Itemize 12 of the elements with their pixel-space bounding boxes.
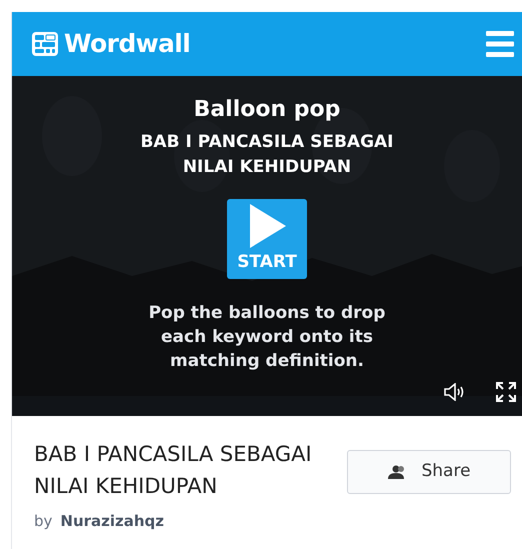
share-button[interactable]: Share	[347, 450, 511, 494]
game-title: Balloon pop	[194, 96, 340, 124]
logo-icon	[32, 32, 58, 56]
activity-title: BAB I PANCASILA SEBAGAI NILAI KEHIDUPAN	[34, 441, 313, 500]
fullscreen-icon[interactable]	[495, 381, 517, 403]
author-link[interactable]: Nurazizahqz	[60, 510, 164, 532]
game-subtitle: BAB I PANCASILA SEBAGAI NILAI KEHIDUPAN	[139, 131, 395, 179]
instructions-text: Pop the balloons to drop each keyword onto its matching definition.	[148, 302, 386, 373]
speaker-icon[interactable]	[444, 383, 466, 401]
by-label: by	[34, 511, 52, 532]
play-icon	[248, 204, 286, 248]
menu-icon[interactable]	[486, 31, 514, 57]
